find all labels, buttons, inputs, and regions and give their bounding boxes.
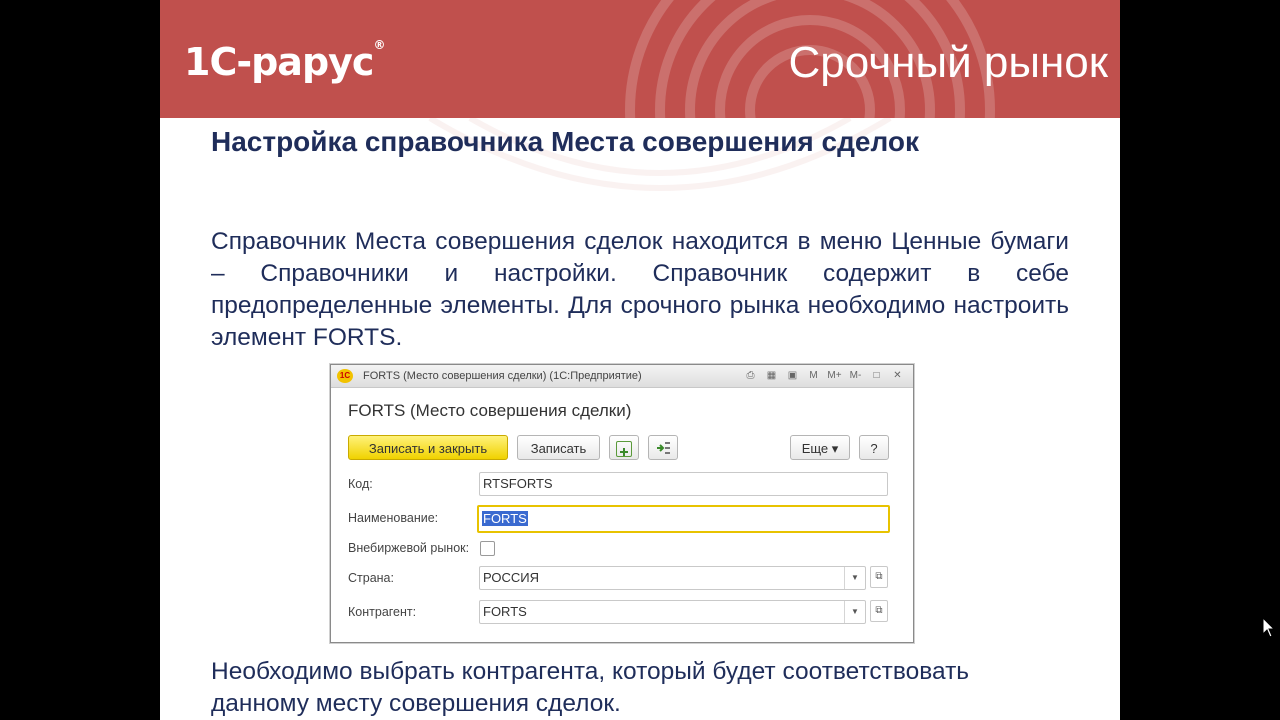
code-label: Код: xyxy=(348,477,373,491)
dropdown-arrow-icon[interactable]: ▼ xyxy=(844,567,865,589)
country-value: РОССИЯ xyxy=(483,570,540,585)
counterparty-field[interactable]: FORTS ▼ xyxy=(479,600,866,624)
name-label: Наименование: xyxy=(348,511,439,525)
counterparty-label: Контрагент: xyxy=(348,605,417,619)
mouse-cursor-icon xyxy=(1262,617,1276,638)
structure-button[interactable] xyxy=(648,435,678,460)
counterparty-open-button[interactable]: ⧉ xyxy=(870,600,888,622)
memory-plus-button[interactable]: M+ xyxy=(827,368,842,383)
country-open-button[interactable]: ⧉ xyxy=(870,566,888,588)
company-logo: 1С-рарус® xyxy=(184,38,385,84)
catalog-item-window: 1С FORTS (Место совершения сделки) (1С:П… xyxy=(330,364,914,643)
form-title: FORTS (Место совершения сделки) xyxy=(348,401,632,420)
add-green-icon xyxy=(616,441,632,457)
close-icon[interactable]: ✕ xyxy=(890,368,905,383)
slide-title: Срочный рынок xyxy=(788,38,1108,87)
print-icon[interactable]: ⎙ xyxy=(743,368,758,383)
country-field[interactable]: РОССИЯ ▼ xyxy=(479,566,866,590)
description-paragraph: Справочник Места совершения сделок наход… xyxy=(211,228,1069,351)
chevron-down-icon: ▾ xyxy=(831,441,839,456)
section-heading: Настройка справочника Места совершения с… xyxy=(211,126,919,157)
hierarchy-icon xyxy=(657,442,670,454)
help-button[interactable]: ? xyxy=(859,435,889,460)
note-paragraph: Необходимо выбрать контрагента, который … xyxy=(211,658,970,717)
maximize-icon[interactable]: □ xyxy=(869,368,884,383)
name-field[interactable]: FORTS xyxy=(477,505,890,533)
save-button[interactable]: Записать xyxy=(517,435,600,460)
presentation-slide: 1С-рарус® Срочный рынок Настройка справо… xyxy=(160,0,1120,720)
country-label: Страна: xyxy=(348,571,394,585)
memory-minus-button[interactable]: M- xyxy=(848,368,863,383)
code-field[interactable]: RTSFORTS xyxy=(479,472,888,496)
otc-market-checkbox[interactable] xyxy=(480,541,495,556)
dropdown-arrow-icon[interactable]: ▼ xyxy=(844,601,865,623)
memory-button[interactable]: M xyxy=(806,368,821,383)
calendar-icon[interactable]: ▣ xyxy=(785,368,800,383)
otc-market-label: Внебиржевой рынок: xyxy=(348,541,470,555)
counterparty-value: FORTS xyxy=(483,604,527,619)
header-banner: 1С-рарус® Срочный рынок xyxy=(160,0,1120,118)
name-value: FORTS xyxy=(482,511,528,526)
app-1c-icon: 1С xyxy=(337,369,353,383)
create-based-on-button[interactable] xyxy=(609,435,639,460)
more-button[interactable]: Еще ▾ xyxy=(790,435,850,460)
window-titlebar: 1С FORTS (Место совершения сделки) (1С:П… xyxy=(331,365,913,388)
window-title: FORTS (Место совершения сделки) (1С:Пред… xyxy=(363,370,642,382)
save-and-close-button[interactable]: Записать и закрыть xyxy=(348,435,508,460)
spreadsheet-icon[interactable]: ▦ xyxy=(764,368,779,383)
